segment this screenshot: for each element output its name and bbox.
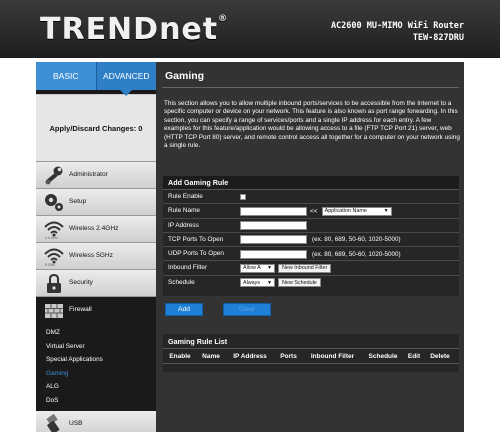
tcp-ports-label: TCP Ports To Open	[168, 235, 224, 243]
usb-icon	[46, 414, 60, 432]
rule-enable-checkbox[interactable]	[240, 194, 246, 200]
title-divider	[162, 87, 459, 88]
sidebar-item-firewall[interactable]: Firewall	[36, 297, 156, 324]
model-info: AC2600 MU-MIMO WiFi Router TEW-827DRU	[331, 20, 464, 44]
sidebar: BASIC ADVANCED Apply/Discard Changes: 0 …	[36, 62, 156, 432]
udp-ports-hint: (ex. 80, 689, 50-60, 1020-5000)	[312, 250, 401, 258]
submenu-item-virtual-server[interactable]: Virtual Server	[36, 340, 156, 354]
band-label: 5 GHz	[45, 263, 55, 267]
column-header-inbound-filter: Inbound Filter	[310, 352, 355, 360]
submenu-item-special-applications[interactable]: Special Applications	[36, 353, 156, 367]
sidebar-item-wireless-2-4ghz[interactable]: 2.4 GHz Wireless 2.4GHz	[36, 216, 156, 243]
sidebar-item-label: Setup	[69, 198, 87, 205]
schedule-select[interactable]: Always ▼	[240, 278, 275, 288]
band-label: 2.4 GHz	[45, 236, 58, 240]
firewall-submenu: DMZ Virtual Server Special Applications …	[36, 324, 156, 411]
model-line-1: AC2600 MU-MIMO WiFi Router	[330, 21, 464, 31]
sidebar-item-usb[interactable]: USB	[36, 411, 156, 432]
rule-enable-label: Rule Enable	[168, 193, 203, 200]
logo-text: TRENDnet	[40, 12, 219, 47]
form-actions: Add Clear	[165, 303, 271, 316]
sidebar-item-label: Security	[69, 279, 93, 286]
row-inbound-filter: Inbound Filter Allow A ▼ New Inbound Fil…	[163, 261, 459, 276]
clear-button[interactable]: Clear	[223, 303, 271, 316]
chevron-down-icon: ▼	[383, 208, 389, 215]
schedule-select-value: Always	[243, 279, 261, 286]
row-udp-ports: UDP Ports To Open (ex. 80, 689, 50-60, 1…	[163, 247, 459, 262]
sidebar-item-label: Wireless 2.4GHz	[69, 225, 119, 232]
rule-name-label: Rule Name	[168, 207, 200, 215]
logo-registered-mark: ®	[218, 14, 229, 24]
tab-basic[interactable]: BASIC	[36, 62, 97, 90]
column-header-ip-address: IP Address	[233, 352, 267, 360]
submenu-item-alg[interactable]: ALG	[36, 380, 156, 394]
sidebar-item-label: Wireless 5GHz	[69, 252, 113, 259]
chevron-down-icon: ▼	[267, 265, 272, 272]
column-header-ports: Ports	[280, 352, 297, 360]
row-ip-address: IP Address	[163, 219, 459, 233]
copy-name-arrows: <<	[310, 207, 318, 215]
application-name-select[interactable]: Application Name ▼	[321, 206, 392, 216]
rule-name-input[interactable]	[240, 206, 307, 216]
new-inbound-filter-button[interactable]: New Inbound Filter	[278, 263, 332, 273]
content-panel: Gaming This section allows you to allow …	[156, 62, 464, 432]
tab-advanced[interactable]: ADVANCED	[96, 62, 156, 96]
wrench-icon	[45, 166, 63, 185]
column-header-enable: Enable	[169, 352, 191, 360]
row-schedule: Schedule Always ▼ New Schedule	[163, 276, 459, 290]
submenu-item-gaming[interactable]: Gaming	[36, 367, 156, 381]
column-header-schedule: Schedule	[368, 352, 398, 360]
sidebar-item-wireless-5ghz[interactable]: 5 GHz Wireless 5GHz	[36, 243, 156, 270]
sidebar-item-security[interactable]: Security	[36, 270, 156, 297]
row-rule-name: Rule Name << Application Name ▼	[163, 204, 459, 219]
add-button[interactable]: Add	[165, 303, 203, 316]
tcp-ports-input[interactable]	[240, 235, 307, 245]
udp-ports-input[interactable]	[240, 249, 307, 259]
page-description: This section allows you to allow multipl…	[164, 100, 460, 150]
sidebar-item-label: Firewall	[69, 306, 92, 313]
page-title: Gaming	[165, 70, 205, 82]
model-line-2: TEW-827DRU	[412, 33, 464, 43]
trendnet-logo: TRENDnet®	[40, 12, 228, 47]
ip-address-label: IP Address	[168, 221, 199, 229]
column-header-edit: Edit	[407, 352, 421, 360]
udp-ports-label: UDP Ports To Open	[168, 250, 224, 258]
padlock-icon	[47, 273, 61, 293]
application-name-select-value: Application Name	[324, 208, 367, 215]
inbound-filter-label: Inbound Filter	[168, 264, 208, 272]
submenu-item-dmz[interactable]: DMZ	[36, 326, 156, 340]
gears-icon	[45, 194, 63, 211]
sidebar-item-label: USB	[69, 420, 83, 427]
inbound-filter-select-value: Allow A	[243, 265, 261, 272]
list-title: Gaming Rule List	[163, 334, 459, 349]
chevron-down-icon: ▼	[267, 279, 272, 286]
sidebar-item-administrator[interactable]: Administrator	[36, 162, 156, 189]
header: TRENDnet® AC2600 MU-MIMO WiFi Router TEW…	[0, 0, 500, 58]
mode-tabs: BASIC ADVANCED	[36, 62, 156, 96]
new-schedule-button[interactable]: New Schedule	[278, 278, 321, 288]
row-rule-enable: Rule Enable	[163, 190, 459, 205]
sidebar-item-label: Administrator	[69, 171, 108, 178]
add-gaming-rule-section: Add Gaming Rule Rule Enable Rule Name <<…	[163, 176, 459, 296]
apply-discard-changes[interactable]: Apply/Discard Changes: 0	[36, 94, 156, 162]
sidebar-item-setup[interactable]: Setup	[36, 189, 156, 216]
tcp-ports-hint: (ex. 80, 689, 50-60, 1020-5000)	[312, 236, 401, 244]
submenu-item-dos[interactable]: DoS	[36, 394, 156, 408]
inbound-filter-select[interactable]: Allow A ▼	[240, 263, 275, 273]
brick-wall-icon	[45, 304, 63, 318]
column-header-name: Name	[202, 352, 220, 360]
schedule-label: Schedule	[168, 278, 195, 286]
ip-address-input[interactable]	[240, 221, 307, 231]
gaming-rule-list: Gaming Rule List Enable Name IP Address …	[163, 334, 459, 372]
column-header-delete: Delete	[430, 352, 450, 360]
section-title: Add Gaming Rule	[163, 176, 459, 190]
table-header-row: Enable Name IP Address Ports Inbound Fil…	[163, 349, 459, 364]
row-tcp-ports: TCP Ports To Open (ex. 80, 689, 50-60, 1…	[163, 233, 459, 248]
